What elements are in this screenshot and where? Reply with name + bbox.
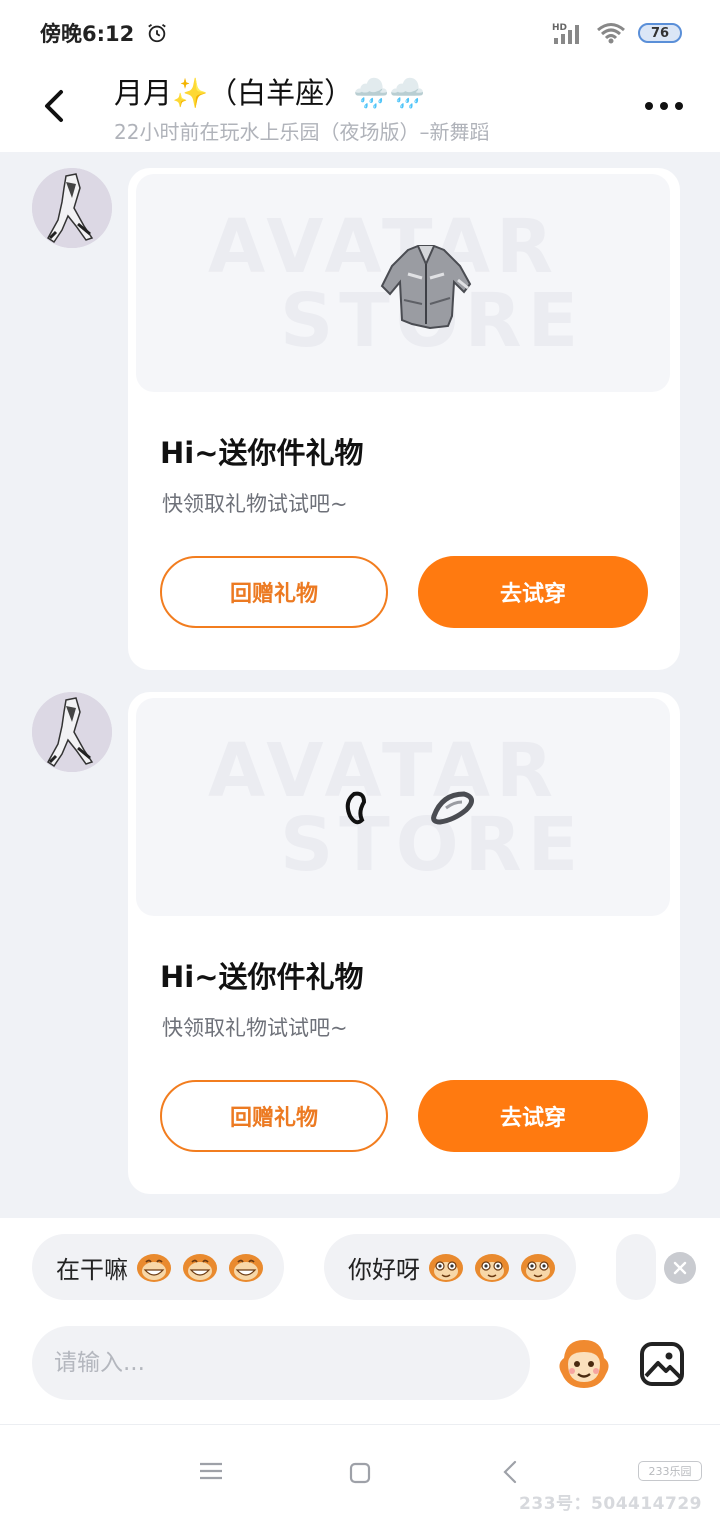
chat-title: 月月✨（白羊座）🌧️🌧️ [114,76,426,110]
signal-icon: HD [552,23,579,44]
system-nav-bar: 233乐园 233号：504414729 [0,1424,720,1520]
close-quick-replies-button[interactable] [664,1252,696,1284]
gift-title: Hi~送你件礼物 [160,960,364,994]
chevron-left-icon [45,90,63,122]
avatar-figure-icon [32,692,112,772]
smile-monkey-icon [521,1254,555,1282]
close-icon [673,1261,687,1275]
site-watermark-badge: 233乐园 [638,1461,702,1481]
quick-reply-text: 你好呀 [348,1255,420,1284]
more-options-button[interactable] [634,86,694,126]
avatar[interactable] [32,692,112,772]
wifi-icon [597,23,625,44]
message-input[interactable] [32,1326,530,1400]
back-button[interactable] [30,82,78,130]
grin-monkey-icon [229,1254,263,1282]
status-time: 傍晚6:12 [40,22,135,46]
title-block[interactable]: 月月✨（白羊座）🌧️🌧️ 22小时前在玩水上乐园（夜场版）–新舞蹈 [114,70,634,145]
gift-preview[interactable]: AVATAR STORE [136,174,670,392]
menu-icon [200,1462,222,1480]
try-on-button[interactable]: 去试穿 [418,1080,648,1152]
network-label: HD [552,23,567,33]
chat-screen: 傍晚6:12 HD 76 月月✨（白羊座）🌧️🌧️ 22小时前在玩水上乐园（夜场… [0,0,720,1520]
emoji-button[interactable] [554,1334,614,1394]
message-input-bar [0,1314,720,1424]
grin-monkey-icon [183,1254,217,1282]
gift-card: AVATAR STORE Hi~送你件礼物 快领取礼物试试吧~ 回赠礼物 去试穿 [128,692,680,1194]
grin-monkey-icon [137,1254,171,1282]
more-dot-icon [645,102,653,110]
chevron-left-icon [503,1460,517,1484]
status-bar: 傍晚6:12 HD 76 [0,0,720,66]
earrings-icon [345,791,474,825]
gift-description: 快领取礼物试试吧~ [162,492,348,516]
monkey-emoji-icon [559,1340,609,1388]
chat-header: 月月✨（白羊座）🌧️🌧️ 22小时前在玩水上乐园（夜场版）–新舞蹈 [0,66,720,152]
image-picker-button[interactable] [634,1336,690,1392]
more-dot-icon [675,102,683,110]
quick-reply-bar: 在干嘛 你好呀 [0,1218,720,1314]
smile-monkey-icon [429,1254,463,1282]
avatar[interactable] [32,168,112,248]
quick-reply-chip[interactable]: 在干嘛 [32,1234,284,1300]
alarm-icon [148,23,166,43]
try-on-button[interactable]: 去试穿 [418,556,648,628]
return-gift-button[interactable]: 回赠礼物 [160,1080,388,1152]
gift-card: AVATAR STORE Hi~送你件礼物 快领取礼物试试吧~ 回赠礼物 去试穿 [128,168,680,670]
gift-preview[interactable]: AVATAR STORE [136,698,670,916]
gift-description: 快领取礼物试试吧~ [162,1016,348,1040]
quick-reply-text: 在干嘛 [56,1255,128,1284]
smile-monkey-icon [475,1254,509,1282]
nav-menu-button[interactable] [198,1461,224,1485]
jacket-icon [380,245,472,330]
avatar-figure-icon [32,168,112,248]
status-icons: HD 76 [552,22,682,44]
site-watermark-id: 233号：504414729 [519,1494,702,1514]
nav-back-button[interactable] [500,1459,520,1489]
quick-reply-chip-partial[interactable] [616,1234,656,1300]
return-gift-button[interactable]: 回赠礼物 [160,556,388,628]
chat-subtitle: 22小时前在玩水上乐园（夜场版）–新舞蹈 [114,120,490,144]
square-icon [349,1462,371,1484]
image-icon [640,1342,684,1386]
gift-title: Hi~送你件礼物 [160,436,364,470]
quick-reply-chip[interactable]: 你好呀 [324,1234,576,1300]
nav-home-button[interactable] [348,1461,372,1489]
message-list[interactable]: AVATAR STORE Hi~送你件礼物 快领取礼物试试吧~ 回赠礼物 去试穿 [0,152,720,1218]
battery-indicator: 76 [638,23,682,43]
more-dot-icon [660,102,668,110]
